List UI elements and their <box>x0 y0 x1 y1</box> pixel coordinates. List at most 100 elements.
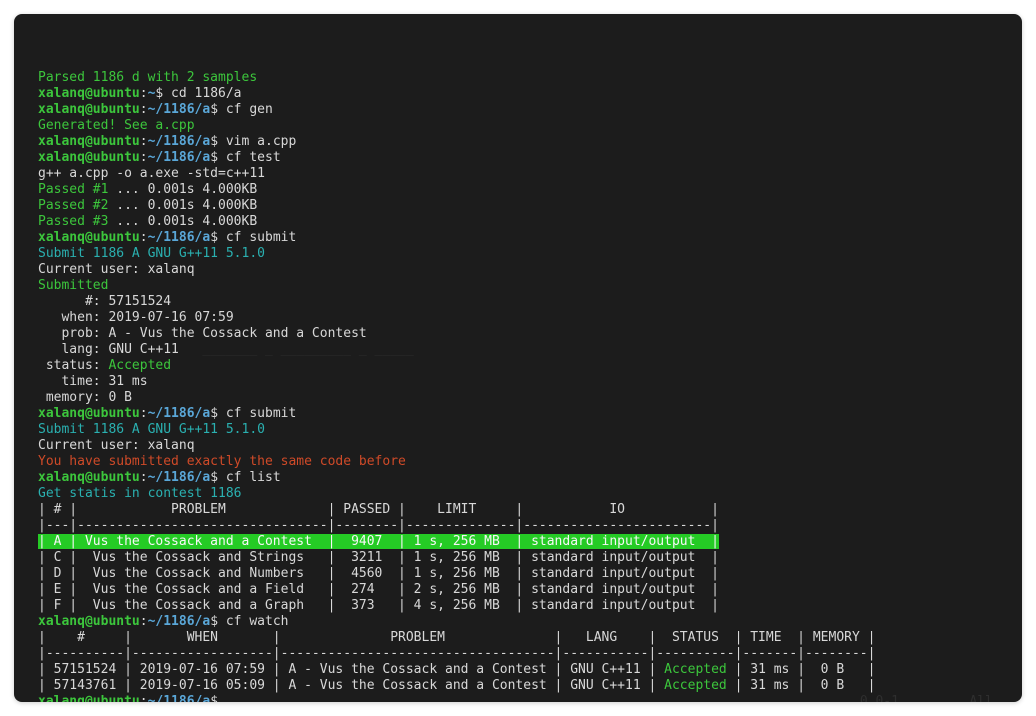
command-cf-test: $ cf test <box>210 150 280 165</box>
prompt-cf-gen: xalanq@ubuntu:~/1186/a$ cf gen <box>38 102 998 118</box>
submission-when: when: 2019-07-16 07:59 <box>38 310 998 326</box>
text-segment: | 57143761 | 2019-07-16 05:09 | A - Vus … <box>38 678 664 693</box>
output-passed-1: Passed #1 ... 0.001s 4.000KB <box>38 182 998 198</box>
text-segment: Submit 1186 A GNU G++11 5.1.0 <box>38 422 265 437</box>
output-submit-info-2: Submit 1186 A GNU G++11 5.1.0 <box>38 422 998 438</box>
output-compile: g++ a.cpp -o a.exe -std=c++11 <box>38 166 998 182</box>
watch-row-1: | 57151524 | 2019-07-16 07:59 | A - Vus … <box>38 662 998 678</box>
text-segment: Current user: xalanq <box>38 262 195 277</box>
ghost-artifact: _______ _ _________ _ _____ <box>179 342 414 357</box>
prompt-vim: xalanq@ubuntu:~/1186/a$ vim a.cpp <box>38 134 998 150</box>
terminal-window[interactable]: Parsed 1186 d with 2 samplesxalanq@ubunt… <box>14 14 1022 702</box>
text-segment: : <box>140 134 148 149</box>
text-segment: | E | Vus the Cossack and a Field | 274 … <box>38 582 719 597</box>
watch-table-header: | # | WHEN | PROBLEM | LANG | STATUS | T… <box>38 630 998 646</box>
text-segment: You have submitted exactly the same code… <box>38 454 406 469</box>
prompt-user: xalanq@ubuntu <box>38 134 140 149</box>
text-segment: |---|--------------------------------|--… <box>38 518 719 533</box>
submission-status: status: Accepted <box>38 358 998 374</box>
text-segment: | # | PROBLEM | PASSED | LIMIT | IO | <box>38 502 719 517</box>
text-segment: Current user: xalanq <box>38 438 195 453</box>
prompt-user: xalanq@ubuntu <box>38 150 140 165</box>
text-segment: lang: GNU C++11 <box>38 342 179 357</box>
cursor: _ <box>226 694 234 702</box>
text-segment: ... 0.001s 4.000KB <box>108 182 257 197</box>
problem-table-header: | # | PROBLEM | PASSED | LIMIT | IO | <box>38 502 998 518</box>
prompt-user: xalanq@ubuntu <box>38 406 140 421</box>
problem-row-f: | F | Vus the Cossack and a Graph | 373 … <box>38 598 998 614</box>
prompt-path: ~/1186/a <box>148 150 211 165</box>
status-accepted: Accepted <box>108 358 171 373</box>
text-segment: Passed #2 <box>38 198 108 213</box>
text-segment: : <box>140 86 148 101</box>
text-segment: status: <box>38 358 108 373</box>
text-segment: memory: 0 B <box>38 390 132 405</box>
problem-table-separator: |---|--------------------------------|--… <box>38 518 998 534</box>
ghost-vim-ruler: 0,0-1 All <box>234 694 993 702</box>
prompt-path: ~/1186/a <box>148 470 211 485</box>
selected-row-highlight: | A | Vus the Cossack and a Contest | 94… <box>38 534 719 549</box>
text-segment: : <box>140 150 148 165</box>
command-vim: $ vim a.cpp <box>210 134 296 149</box>
text-segment: Parsed 1186 d with 2 samples <box>38 70 257 85</box>
command-cf-gen: $ cf gen <box>210 102 273 117</box>
submission-memory: memory: 0 B <box>38 390 998 406</box>
text-segment: | # | WHEN | PROBLEM | LANG | STATUS | T… <box>38 630 875 645</box>
prompt-cf-list: xalanq@ubuntu:~/1186/a$ cf list <box>38 470 998 486</box>
text-segment: Submitted <box>38 278 108 293</box>
output-current-user-1: Current user: xalanq <box>38 262 998 278</box>
text-segment: | 57151524 | 2019-07-16 07:59 | A - Vus … <box>38 662 664 677</box>
text-segment: : <box>140 230 148 245</box>
text-segment: | D | Vus the Cossack and Numbers | 4560… <box>38 566 719 581</box>
problem-row-e: | E | Vus the Cossack and a Field | 274 … <box>38 582 998 598</box>
terminal-output: Parsed 1186 d with 2 samplesxalanq@ubunt… <box>38 70 998 702</box>
prompt-path: ~/1186/a <box>148 230 211 245</box>
submission-time: time: 31 ms <box>38 374 998 390</box>
text-segment: |----------|------------------|---------… <box>38 646 875 661</box>
prompt-user: xalanq@ubuntu <box>38 102 140 117</box>
text-segment: | C | Vus the Cossack and Strings | 3211… <box>38 550 719 565</box>
prompt-user: xalanq@ubuntu <box>38 230 140 245</box>
text-segment: Generated! See a.cpp <box>38 118 195 133</box>
text-segment: g++ a.cpp -o a.exe -std=c++11 <box>38 166 265 181</box>
text-segment: ... 0.001s 4.000KB <box>108 214 257 229</box>
command-cd: $ cd 1186/a <box>155 86 241 101</box>
output-submitted: Submitted <box>38 278 998 294</box>
text-segment: Passed #1 <box>38 182 108 197</box>
watch-row-2: | 57143761 | 2019-07-16 05:09 | A - Vus … <box>38 678 998 694</box>
prompt-cf-submit-1: xalanq@ubuntu:~/1186/a$ cf submit <box>38 230 998 246</box>
prompt-path: ~/1186/a <box>148 406 211 421</box>
submission-id: #: 57151524 <box>38 294 998 310</box>
output-passed-2: Passed #2 ... 0.001s 4.000KB <box>38 198 998 214</box>
submission-lang: lang: GNU C++11 _______ _ _________ _ __… <box>38 342 998 358</box>
text-segment: ... 0.001s 4.000KB <box>108 198 257 213</box>
text-segment: $ <box>210 694 226 702</box>
prompt-cf-submit-2: xalanq@ubuntu:~/1186/a$ cf submit <box>38 406 998 422</box>
command-cf-watch: $ cf watch <box>210 614 288 629</box>
prompt-path: ~/1186/a <box>148 134 211 149</box>
text-segment: prob: A - Vus the Cossack and a Contest <box>38 326 367 341</box>
problem-row-d: | D | Vus the Cossack and Numbers | 4560… <box>38 566 998 582</box>
status-accepted: Accepted <box>664 662 727 677</box>
text-segment: : <box>140 470 148 485</box>
command-cf-list: $ cf list <box>210 470 280 485</box>
text-segment: : <box>140 406 148 421</box>
prompt-path: ~/1186/a <box>148 102 211 117</box>
submission-prob: prob: A - Vus the Cossack and a Contest <box>38 326 998 342</box>
command-cf-submit: $ cf submit <box>210 230 296 245</box>
prompt-current: xalanq@ubuntu:~/1186/a$ _ 0,0-1 All <box>38 694 998 702</box>
text-segment: time: 31 ms <box>38 374 148 389</box>
text-segment: | F | Vus the Cossack and a Graph | 373 … <box>38 598 719 613</box>
text-segment: : <box>140 102 148 117</box>
output-generated: Generated! See a.cpp <box>38 118 998 134</box>
text-segment: : <box>140 694 148 702</box>
text-segment: | 31 ms | 0 B | <box>727 662 876 677</box>
prompt-path: ~/1186/a <box>148 614 211 629</box>
prompt-cd: xalanq@ubuntu:~$ cd 1186/a <box>38 86 998 102</box>
prompt-user: xalanq@ubuntu <box>38 470 140 485</box>
output-duplicate-warning: You have submitted exactly the same code… <box>38 454 998 470</box>
text-segment: | 31 ms | 0 B | <box>727 678 876 693</box>
text-segment: when: 2019-07-16 07:59 <box>38 310 234 325</box>
problem-row-c: | C | Vus the Cossack and Strings | 3211… <box>38 550 998 566</box>
status-accepted: Accepted <box>664 678 727 693</box>
